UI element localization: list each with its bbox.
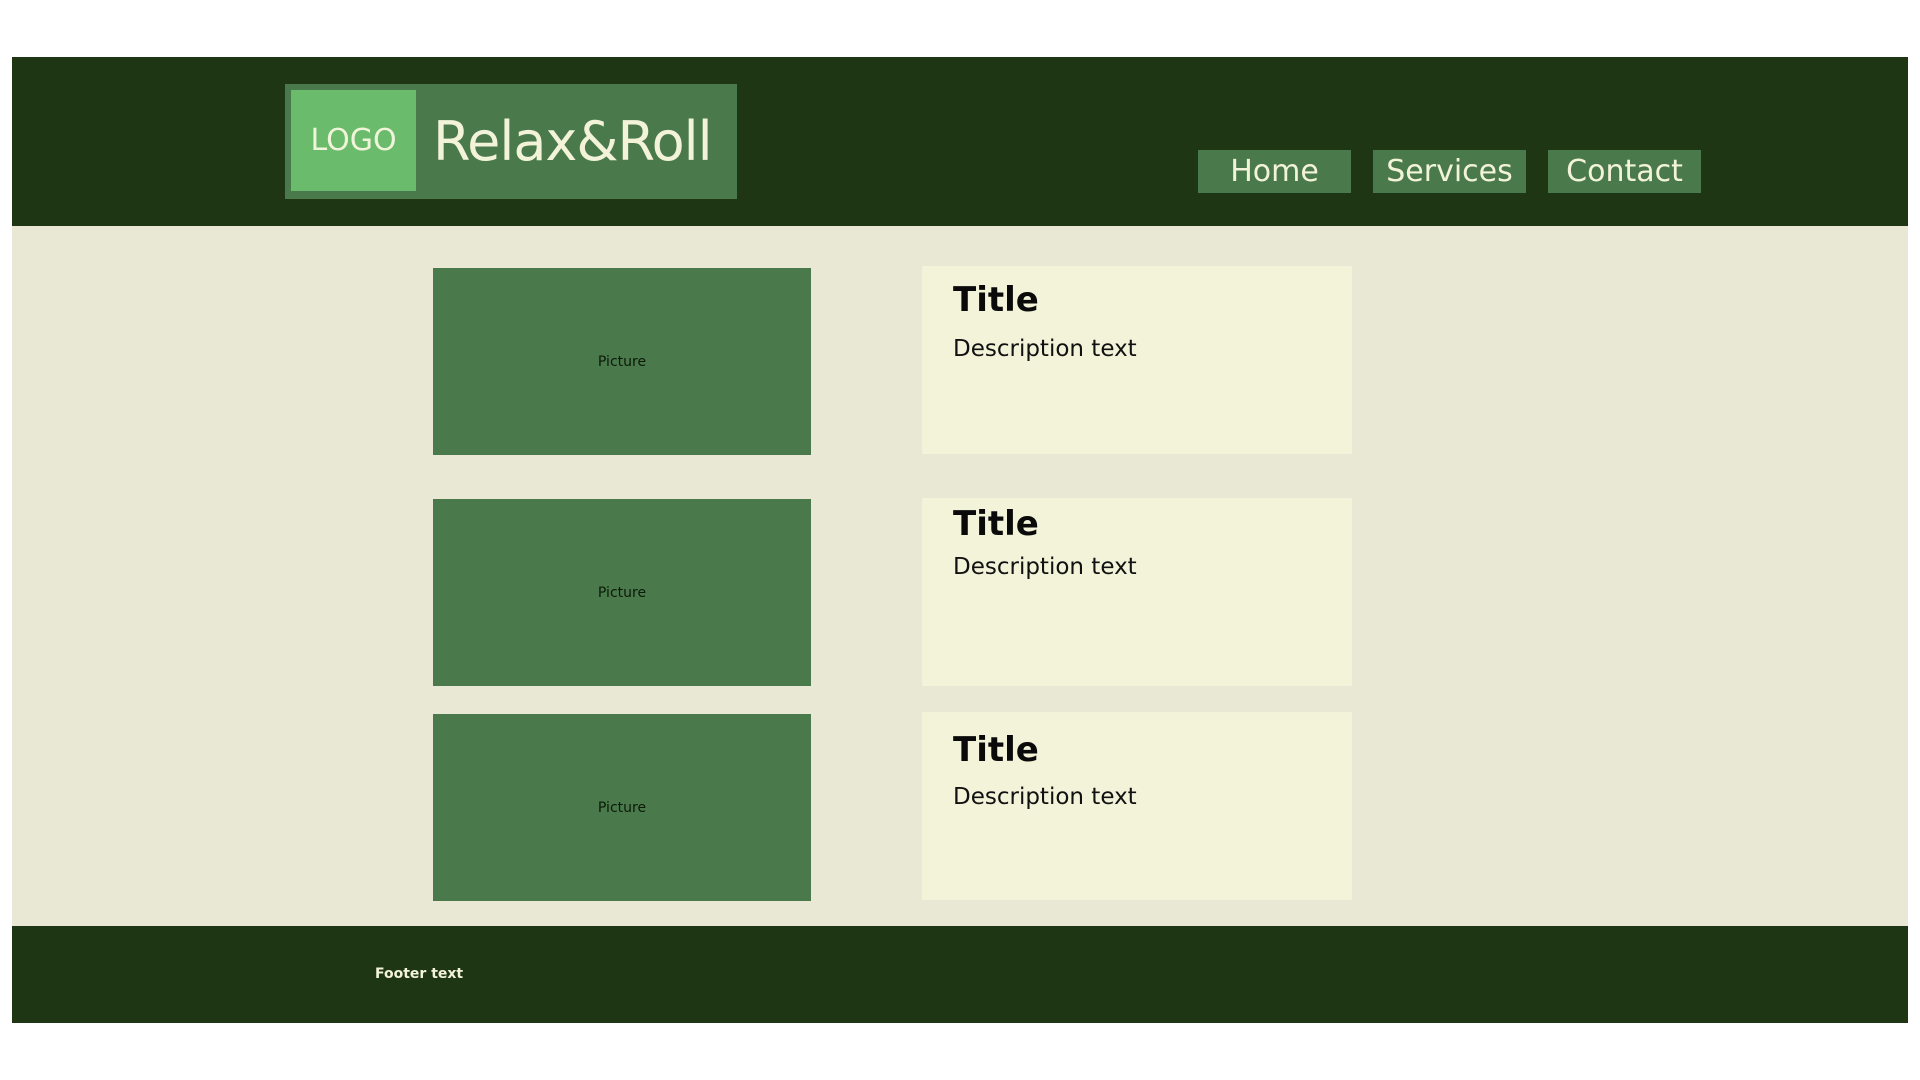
card-description: Description text [953,554,1137,580]
picture-placeholder: Picture [433,268,811,455]
footer-text: Footer text [375,966,464,982]
nav-services-button[interactable]: Services [1373,150,1526,193]
content-card: Title Description text [922,712,1352,900]
content-card: Title Description text [922,498,1352,686]
nav-contact-button[interactable]: Contact [1548,150,1701,193]
brand-block[interactable]: LOGO Relax&Roll [285,84,737,199]
site-header: LOGO Relax&Roll Home Services Contact [12,57,1908,226]
card-title: Title [953,504,1039,544]
nav-home-button[interactable]: Home [1198,150,1351,193]
card-title: Title [953,730,1039,770]
page: LOGO Relax&Roll Home Services Contact Pi… [0,0,1920,1080]
logo[interactable]: LOGO [291,90,416,191]
main-content: Picture Title Description text Picture T… [12,226,1908,926]
card-description: Description text [953,784,1137,810]
site-footer: Footer text [12,926,1908,1023]
picture-placeholder: Picture [433,499,811,686]
content-card: Title Description text [922,266,1352,454]
card-description: Description text [953,336,1137,362]
site-title: Relax&Roll [433,110,713,173]
picture-placeholder: Picture [433,714,811,901]
card-title: Title [953,280,1039,320]
